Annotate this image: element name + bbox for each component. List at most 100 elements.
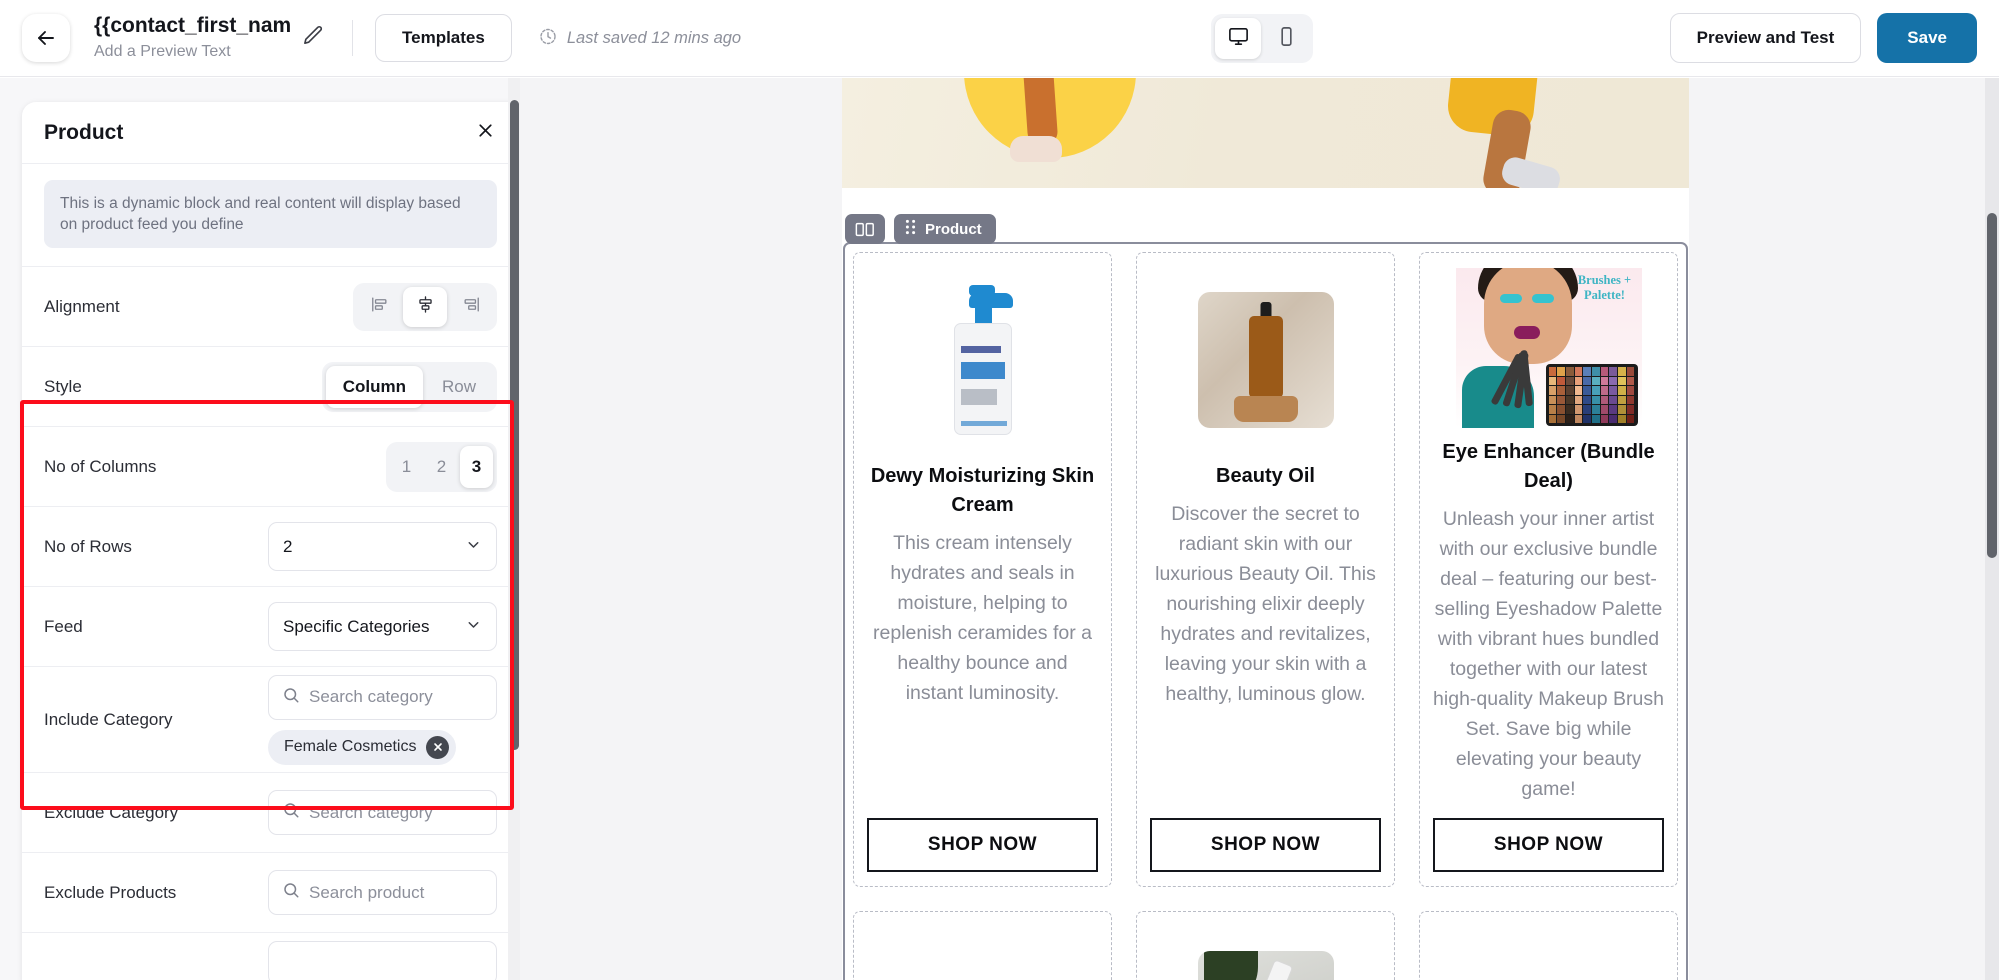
settings-panel: Product This is a dynamic block and real…: [0, 78, 520, 980]
style-row: Style Column Row: [22, 347, 519, 427]
product-card[interactable]: [1419, 911, 1678, 980]
product-name: Beauty Oil: [1216, 465, 1315, 487]
exclude-products-search[interactable]: Search product: [268, 870, 497, 915]
image-badge-text: Brushes + Palette!: [1577, 273, 1632, 302]
product-card[interactable]: [853, 911, 1112, 980]
preview-text-label[interactable]: Add a Preview Text: [94, 41, 290, 63]
left-panel-scrollbar-thumb[interactable]: [510, 100, 519, 750]
device-preview-toggle: [1211, 14, 1313, 63]
shop-now-label: SHOP NOW: [1210, 834, 1321, 855]
next-setting-select-partial[interactable]: [268, 940, 497, 980]
no-of-rows-select[interactable]: 2: [268, 522, 497, 571]
feed-select[interactable]: Specific Categories: [268, 602, 497, 651]
align-center-icon: [416, 295, 435, 319]
product-settings-card: Product This is a dynamic block and real…: [22, 102, 519, 980]
templates-button[interactable]: Templates: [375, 14, 512, 62]
chip-remove-icon[interactable]: [426, 735, 450, 759]
align-left-button[interactable]: [357, 287, 401, 327]
include-category-chip: Female Cosmetics: [268, 729, 457, 765]
include-category-chip-label: Female Cosmetics: [284, 738, 417, 755]
shop-now-button[interactable]: SHOP NOW: [1433, 818, 1664, 872]
columns-option-1[interactable]: 1: [390, 446, 423, 488]
top-toolbar: {{contact_first_nam… Add a Preview Text …: [0, 0, 1999, 77]
product-card[interactable]: Hand Cream This luxurious hand cream: [1136, 911, 1395, 980]
product-grid-row-2: Hand Cream This luxurious hand cream: [853, 911, 1678, 980]
makeup-model-palette-image: Brushes + Palette!: [1433, 266, 1664, 430]
exclude-category-placeholder: Search category: [309, 802, 433, 822]
shop-now-button[interactable]: SHOP NOW: [1150, 818, 1381, 872]
clock-icon: [538, 26, 558, 51]
columns-option-2[interactable]: 2: [425, 446, 458, 488]
product-block-tag[interactable]: Product: [894, 214, 996, 244]
columns-segmented-control: 1 2 3: [386, 441, 497, 492]
style-row-label: Row: [441, 376, 476, 396]
align-center-button[interactable]: [403, 286, 447, 327]
hero-banner-image[interactable]: [842, 78, 1689, 188]
product-grid-row-1: Dewy Moisturizing Skin Cream This cream …: [853, 252, 1678, 887]
no-of-rows-row: No of Rows 2: [22, 507, 519, 587]
columns-option-3[interactable]: 3: [460, 445, 493, 488]
banner-model-shoe-right: [1499, 154, 1563, 188]
save-button[interactable]: Save: [1877, 13, 1977, 63]
product-name: Eye Enhancer (Bundle Deal): [1442, 441, 1655, 492]
next-setting-row-partial: [22, 933, 519, 980]
pencil-icon: [302, 24, 325, 52]
include-category-label: Include Category: [44, 709, 173, 729]
product-description: Unleash your inner artist with our exclu…: [1433, 508, 1664, 800]
preview-and-test-label: Preview and Test: [1696, 28, 1835, 47]
desktop-preview-button[interactable]: [1215, 18, 1261, 59]
canvas-scrollbar-thumb[interactable]: [1987, 213, 1997, 558]
style-label: Style: [44, 376, 82, 396]
align-right-button[interactable]: [449, 287, 493, 327]
style-segmented-control: Column Row: [321, 361, 497, 412]
toolbar-actions: Preview and Test Save: [1669, 13, 1977, 63]
align-right-icon: [462, 295, 481, 319]
last-saved-status: Last saved 12 mins ago: [538, 26, 741, 51]
two-column-icon[interactable]: [845, 214, 885, 244]
columns-option-3-label: 3: [471, 456, 482, 476]
dynamic-block-notice-row: This is a dynamic block and real content…: [22, 164, 519, 267]
include-category-placeholder: Search category: [309, 687, 433, 706]
chevron-down-icon: [465, 616, 482, 638]
product-card[interactable]: Beauty Oil Discover the secret to radian…: [1136, 252, 1395, 887]
feed-label: Feed: [44, 616, 83, 636]
no-of-columns-row: No of Columns 1 2 3: [22, 427, 519, 507]
close-panel-button[interactable]: [473, 121, 497, 145]
product-block[interactable]: Dewy Moisturizing Skin Cream This cream …: [843, 242, 1688, 980]
style-row-button[interactable]: Row: [425, 366, 493, 408]
product-description: This cream intensely hydrates and seals …: [873, 532, 1092, 704]
alignment-label: Alignment: [44, 296, 120, 316]
feed-row: Feed Specific Categories: [22, 587, 519, 667]
columns-option-2-label: 2: [436, 456, 447, 476]
search-icon: [282, 686, 300, 709]
include-category-search[interactable]: Search category: [268, 674, 497, 720]
mobile-preview-button[interactable]: [1263, 18, 1309, 59]
preview-and-test-button[interactable]: Preview and Test: [1669, 13, 1862, 63]
product-card[interactable]: Dewy Moisturizing Skin Cream This cream …: [853, 252, 1112, 887]
style-column-label: Column: [342, 376, 406, 396]
search-icon: [282, 801, 300, 824]
alignment-row: Alignment: [22, 267, 519, 347]
columns-option-1-label: 1: [401, 456, 412, 476]
last-saved-text: Last saved 12 mins ago: [566, 28, 742, 47]
mobile-icon: [1275, 25, 1298, 53]
product-name: Dewy Moisturizing Skin Cream: [870, 465, 1095, 516]
exclude-products-label: Exclude Products: [44, 882, 177, 902]
toolbar-divider: [352, 20, 353, 56]
email-body: Product Dewy Moisturizing Skin Cream Thi…: [842, 78, 1689, 980]
dynamic-block-notice: This is a dynamic block and real content…: [44, 180, 497, 248]
shop-now-button[interactable]: SHOP NOW: [867, 818, 1098, 872]
edit-title-button[interactable]: [296, 21, 330, 55]
drag-handle-icon[interactable]: [905, 219, 916, 239]
product-card[interactable]: Brushes + Palette! Eye Enhancer (Bundle …: [1419, 252, 1678, 887]
product-description: Discover the secret to radiant skin with…: [1155, 503, 1376, 705]
chevron-down-icon: [465, 536, 482, 558]
feed-value: Specific Categories: [283, 616, 430, 636]
exclude-products-placeholder: Search product: [309, 882, 425, 902]
back-button[interactable]: [22, 14, 70, 62]
exclude-category-search[interactable]: Search category: [268, 790, 497, 835]
shop-now-label: SHOP NOW: [927, 834, 1038, 855]
style-column-button[interactable]: Column: [325, 365, 423, 408]
email-canvas: Product Dewy Moisturizing Skin Cream Thi…: [520, 78, 1985, 980]
panel-header: Product: [22, 102, 519, 164]
